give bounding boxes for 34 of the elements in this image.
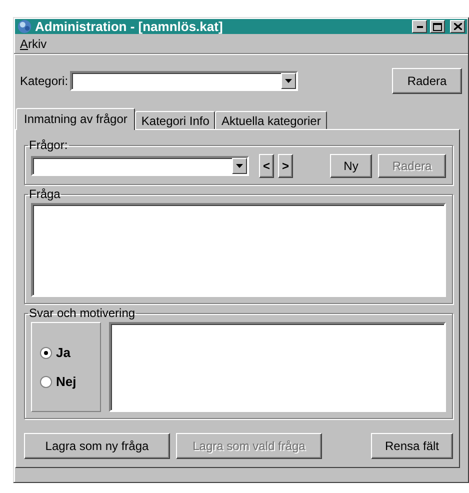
- caret-icon: [285, 79, 292, 83]
- next-button[interactable]: >: [278, 154, 294, 178]
- group-title: Frågor:: [28, 138, 69, 152]
- menu-item[interactable]: Arkiv: [20, 37, 47, 51]
- tab[interactable]: Aktuella kategorier: [215, 111, 327, 129]
- question-button[interactable]: Ny: [330, 154, 372, 178]
- radio-icon[interactable]: [40, 346, 52, 358]
- tab[interactable]: Kategori Info: [135, 111, 216, 129]
- group-title: Fråga: [28, 187, 62, 201]
- maximize-icon: [433, 22, 442, 30]
- minimize-icon: [416, 26, 422, 28]
- radio-icon[interactable]: [40, 376, 52, 388]
- question-text-area[interactable]: [31, 203, 446, 297]
- app-icon: [17, 19, 32, 34]
- delete-category-button[interactable]: Radera: [392, 68, 462, 94]
- category-dropdown[interactable]: [70, 71, 298, 91]
- radio-option[interactable]: Nej: [40, 374, 100, 389]
- radio-label: Nej: [56, 374, 76, 389]
- close-icon: [454, 23, 462, 30]
- window-title: Administration - [namnlös.kat]: [35, 19, 224, 34]
- tab[interactable]: Inmatning av frågor: [16, 108, 136, 130]
- action-button[interactable]: Lagra som ny fråga: [24, 433, 170, 459]
- category-label: Kategori:: [20, 74, 68, 88]
- radio-label: Ja: [56, 345, 70, 360]
- question-dropdown[interactable]: [31, 156, 249, 176]
- group-title: Svar och motivering: [28, 306, 136, 320]
- answer-text-area[interactable]: [109, 322, 446, 412]
- minimize-button[interactable]: [412, 20, 427, 33]
- radio-option[interactable]: Ja: [40, 345, 100, 360]
- previous-button[interactable]: <: [259, 154, 274, 178]
- close-button[interactable]: [450, 20, 465, 33]
- caret-icon: [236, 164, 243, 168]
- maximize-button[interactable]: [430, 20, 445, 33]
- action-button[interactable]: Rensa fält: [371, 433, 453, 459]
